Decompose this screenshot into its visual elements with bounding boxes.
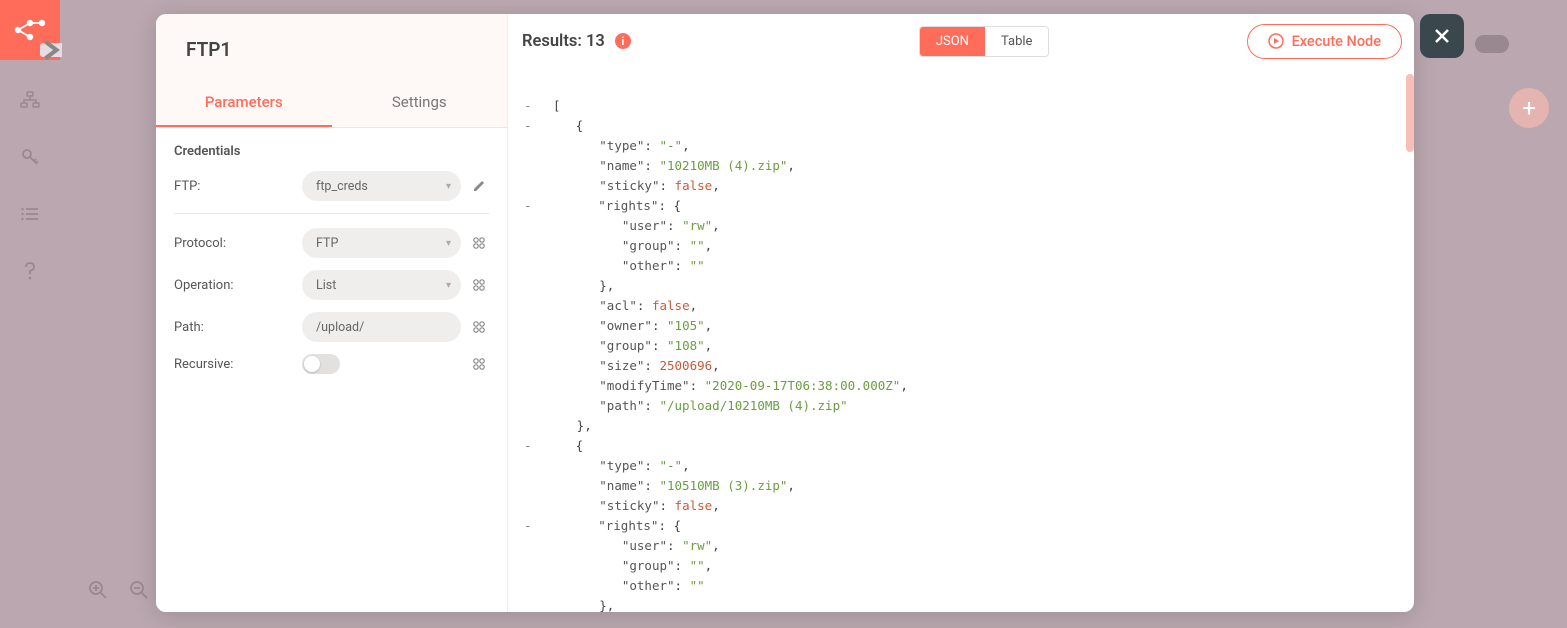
chevron-down-icon: ▾ bbox=[446, 280, 451, 291]
gear-icon[interactable] bbox=[469, 317, 489, 337]
sidebar-item-credentials[interactable] bbox=[18, 145, 42, 169]
zoom-in-icon[interactable] bbox=[88, 580, 109, 602]
close-button[interactable] bbox=[1420, 14, 1464, 58]
zoom-out-icon[interactable] bbox=[129, 580, 150, 602]
chevron-down-icon: ▾ bbox=[446, 238, 451, 249]
app-logo[interactable] bbox=[0, 0, 60, 60]
ftp-label: FTP: bbox=[174, 179, 294, 194]
protocol-select[interactable]: FTP ▾ bbox=[302, 228, 461, 258]
ftp-credentials-select[interactable]: ftp_creds ▾ bbox=[302, 171, 461, 201]
gear-icon[interactable] bbox=[469, 233, 489, 253]
info-icon[interactable]: i bbox=[615, 33, 631, 49]
play-icon bbox=[1268, 33, 1284, 49]
gear-icon[interactable] bbox=[469, 275, 489, 295]
node-modal: FTP1 Parameters Settings Credentials FTP… bbox=[156, 14, 1414, 612]
sidebar-item-workflows[interactable] bbox=[18, 88, 42, 112]
protocol-label: Protocol: bbox=[174, 236, 294, 251]
recursive-label: Recursive: bbox=[174, 357, 294, 372]
background-toggle[interactable] bbox=[1475, 35, 1509, 53]
tab-settings[interactable]: Settings bbox=[332, 79, 508, 127]
credentials-heading: Credentials bbox=[174, 144, 489, 159]
path-label: Path: bbox=[174, 320, 294, 335]
sidebar bbox=[0, 0, 60, 628]
results-label: Results: 13 i bbox=[522, 32, 631, 51]
view-toggle: JSON Table bbox=[919, 26, 1050, 57]
operation-select[interactable]: List ▾ bbox=[302, 270, 461, 300]
tab-parameters[interactable]: Parameters bbox=[156, 79, 332, 127]
close-icon bbox=[1432, 26, 1452, 46]
execute-node-button[interactable]: Execute Node bbox=[1247, 24, 1402, 59]
sidebar-expand-button[interactable] bbox=[40, 43, 62, 57]
sidebar-item-help[interactable] bbox=[18, 259, 42, 283]
json-view-button[interactable]: JSON bbox=[920, 27, 985, 56]
edit-credentials-icon[interactable] bbox=[469, 176, 489, 196]
json-output[interactable]: - [- { "type": "-", "name": "10210MB (4)… bbox=[508, 68, 1414, 612]
sidebar-item-executions[interactable] bbox=[18, 202, 42, 226]
node-title: FTP1 bbox=[156, 14, 507, 79]
path-input[interactable]: /upload/ bbox=[302, 312, 461, 342]
scrollbar[interactable] bbox=[1406, 74, 1414, 152]
recursive-toggle[interactable] bbox=[302, 354, 340, 374]
gear-icon[interactable] bbox=[469, 354, 489, 374]
add-node-button[interactable]: + bbox=[1509, 88, 1549, 128]
operation-label: Operation: bbox=[174, 278, 294, 293]
chevron-down-icon: ▾ bbox=[446, 181, 451, 192]
table-view-button[interactable]: Table bbox=[985, 27, 1048, 56]
